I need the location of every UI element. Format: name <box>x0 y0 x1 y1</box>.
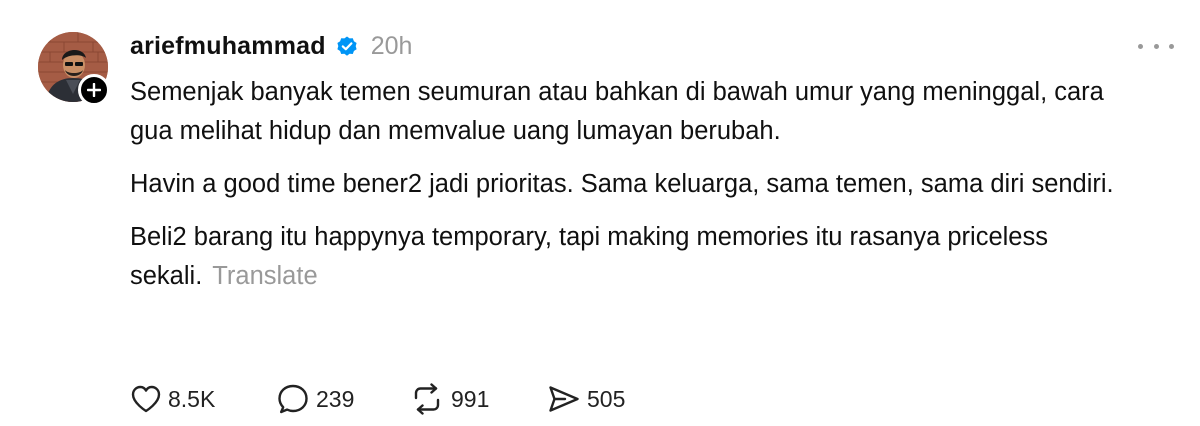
send-icon <box>549 386 579 412</box>
more-dot <box>1169 43 1174 49</box>
post-actions: 8.5K 239 991 505 <box>130 380 647 418</box>
thread-post: ariefmuhammad 20h Semenjak banyak temen … <box>0 0 1200 426</box>
username-link[interactable]: ariefmuhammad <box>130 32 326 61</box>
plus-icon <box>87 83 101 97</box>
like-count: 8.5K <box>168 385 216 412</box>
reply-count: 239 <box>316 385 355 412</box>
more-options-button[interactable] <box>1138 36 1174 56</box>
post-body: Semenjak banyak temen seumuran atau bahk… <box>130 73 1140 310</box>
comment-icon <box>278 384 308 414</box>
repost-icon <box>414 383 440 415</box>
share-button[interactable]: 505 <box>547 384 647 414</box>
follow-button[interactable] <box>78 74 110 106</box>
avatar-container[interactable] <box>38 32 110 106</box>
reply-button[interactable]: 239 <box>276 383 409 415</box>
post-header: ariefmuhammad 20h <box>130 28 412 64</box>
post-paragraph: Semenjak banyak temen seumuran atau bahk… <box>130 78 1104 145</box>
more-horizontal-icon <box>1138 43 1143 49</box>
more-dot <box>1153 43 1159 49</box>
translate-link[interactable]: Translate <box>212 262 317 290</box>
repost-button[interactable]: 991 <box>409 383 547 415</box>
heart-icon <box>131 385 161 413</box>
share-count: 505 <box>587 385 626 412</box>
post-timestamp[interactable]: 20h <box>371 32 413 61</box>
like-button[interactable]: 8.5K <box>130 384 276 414</box>
verified-badge-icon <box>335 34 359 58</box>
repost-count: 991 <box>451 385 490 412</box>
post-paragraph-last: Beli2 barang itu happynya temporary, tap… <box>130 218 1140 296</box>
post-paragraph: Havin a good time bener2 jadi prioritas.… <box>130 170 1114 198</box>
